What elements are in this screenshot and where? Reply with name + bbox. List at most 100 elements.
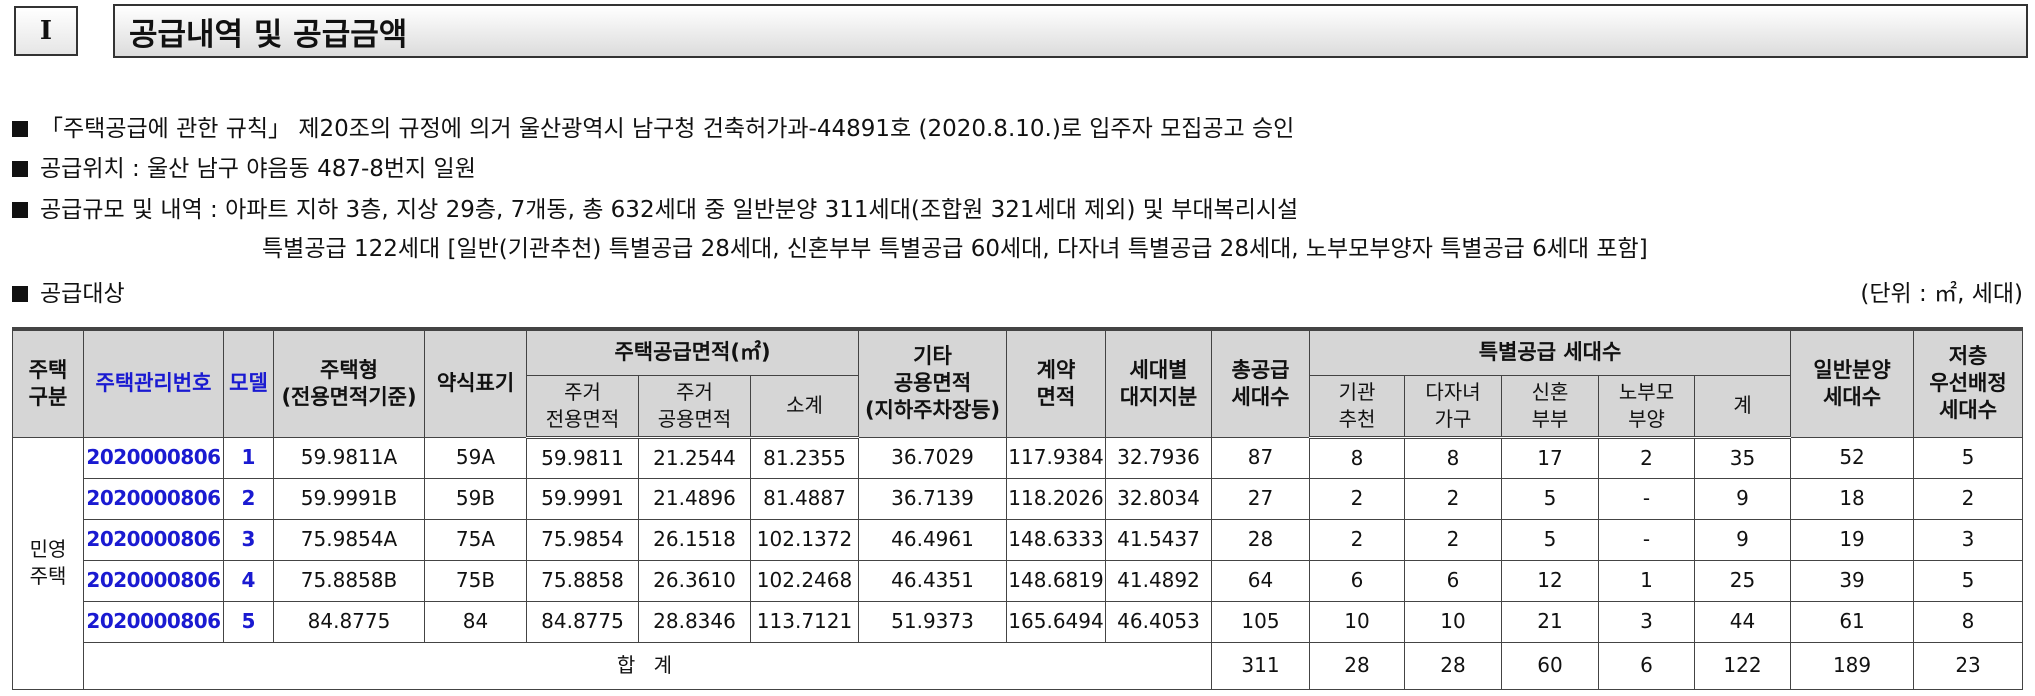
cell-subtotal: 81.2355 — [750, 436, 859, 479]
cell-total-supply: 27 — [1211, 477, 1310, 520]
cell-land-share: 41.4892 — [1105, 559, 1212, 602]
cell-total-supply: 28 — [1211, 518, 1310, 561]
cell-other-area: 36.7139 — [858, 477, 1007, 520]
cell-low-floor: 2 — [1913, 477, 2024, 520]
cell-multichild: 2 — [1404, 518, 1502, 561]
cell-newlywed: 5 — [1501, 518, 1599, 561]
cell-contract-area: 117.9384 — [1006, 436, 1106, 479]
cell-elderly-parent: 1 — [1598, 559, 1695, 602]
section-title: 공급내역 및 공급금액 — [129, 16, 408, 53]
total-row: 합 계 311 28 28 60 6 122 189 23 — [13, 641, 2024, 690]
header-common-area: 주거 공용면적 — [638, 374, 751, 439]
header-house-type: 주택형 (전용면적기준) — [273, 328, 425, 438]
cell-low-floor: 5 — [1913, 559, 2024, 602]
total-institution: 28 — [1309, 641, 1405, 690]
cell-low-floor: 8 — [1913, 600, 2024, 643]
bullet-target: 공급대상 — [12, 279, 125, 309]
cell-institution: 2 — [1309, 477, 1405, 520]
header-housing-type: 주택 구분 — [12, 328, 84, 438]
bullet-approval: 「주택공급에 관한 규칙」 제20조의 규정에 의거 울산광역시 남구청 건축허… — [12, 114, 1294, 144]
cell-contract-area: 148.6333 — [1006, 518, 1106, 561]
header-newlywed: 신혼 부부 — [1501, 374, 1599, 439]
cell-model: 5 — [223, 600, 274, 643]
header-special-sum: 계 — [1693, 374, 1792, 439]
header-land-share: 세대별 대지지분 — [1105, 328, 1212, 438]
cell-elderly-parent: 3 — [1598, 600, 1695, 643]
cell-other-area: 46.4961 — [858, 518, 1007, 561]
cell-multichild: 2 — [1404, 477, 1502, 520]
total-label: 합 계 — [83, 641, 1212, 690]
cell-management-number: 2020000806 — [83, 436, 224, 479]
cell-total-supply: 105 — [1211, 600, 1310, 643]
cell-management-number: 2020000806 — [83, 518, 224, 561]
cell-abbreviation: 59B — [424, 477, 527, 520]
cell-institution: 10 — [1309, 600, 1405, 643]
square-bullet-icon — [12, 121, 28, 137]
cell-institution: 2 — [1309, 518, 1405, 561]
group-label-private: 민영 주택 — [12, 436, 84, 690]
cell-subtotal: 102.1372 — [750, 518, 859, 561]
section-title-bar: 공급내역 및 공급금액 — [113, 4, 2028, 58]
cell-other-area: 46.4351 — [858, 559, 1007, 602]
cell-exclusive-area: 84.8775 — [526, 600, 639, 643]
cell-low-floor: 5 — [1913, 436, 2024, 479]
cell-model: 2 — [223, 477, 274, 520]
header-abbreviation: 약식표기 — [424, 328, 527, 438]
header-contract-area: 계약 면적 — [1006, 328, 1106, 438]
header-other-common-area: 기타 공용면적 (지하주차장등) — [858, 328, 1007, 438]
cell-other-area: 36.7029 — [858, 436, 1007, 479]
cell-multichild: 8 — [1404, 436, 1502, 479]
cell-subtotal: 113.7121 — [750, 600, 859, 643]
header-special-supply-group: 특별공급 세대수 — [1308, 328, 1792, 376]
cell-common-area: 26.3610 — [638, 559, 751, 602]
header-elderly-parent: 노부모 부양 — [1598, 374, 1695, 439]
total-elderly-parent: 6 — [1598, 641, 1695, 690]
cell-contract-area: 118.2026 — [1006, 477, 1106, 520]
section-number-box: I — [14, 6, 78, 56]
cell-general-sale: 19 — [1790, 518, 1915, 561]
header-institution: 기관 추천 — [1309, 374, 1405, 439]
cell-land-share: 32.8034 — [1105, 477, 1212, 520]
cell-subtotal: 81.4887 — [750, 477, 859, 520]
cell-abbreviation: 75A — [424, 518, 527, 561]
bullet-scale-text: 공급규모 및 내역 : 아파트 지하 3층, 지상 29층, 7개동, 총 63… — [40, 197, 1299, 223]
cell-abbreviation: 75B — [424, 559, 527, 602]
bullet-location: 공급위치 : 울산 남구 야음동 487-8번지 일원 — [12, 154, 476, 184]
cell-newlywed: 21 — [1501, 600, 1599, 643]
header-management-number: 주택관리번호 — [83, 328, 224, 438]
cell-elderly-parent: 2 — [1598, 436, 1695, 479]
cell-common-area: 21.2544 — [638, 436, 751, 479]
cell-land-share: 41.5437 — [1105, 518, 1212, 561]
cell-special-sum: 9 — [1693, 477, 1792, 520]
cell-abbreviation: 84 — [424, 600, 527, 643]
table-header-row: 주택 구분 주택관리번호 모델 주택형 (전용면적기준) 약식표기 주택공급면적(㎡… — [12, 328, 2024, 438]
cell-exclusive-area: 59.9811 — [526, 436, 639, 479]
table-row: 2020000806 3 75.9854A 75A 75.9854 26.151… — [13, 518, 2024, 561]
cell-house-type: 59.9991B — [273, 477, 425, 520]
cell-house-type: 84.8775 — [273, 600, 425, 643]
cell-common-area: 26.1518 — [638, 518, 751, 561]
cell-exclusive-area: 75.8858 — [526, 559, 639, 602]
cell-multichild: 6 — [1404, 559, 1502, 602]
bullet-scale: 공급규모 및 내역 : 아파트 지하 3층, 지상 29층, 7개동, 총 63… — [12, 195, 1298, 225]
cell-model: 3 — [223, 518, 274, 561]
cell-special-sum: 9 — [1693, 518, 1792, 561]
cell-general-sale: 18 — [1790, 477, 1915, 520]
cell-special-sum: 44 — [1693, 600, 1792, 643]
cell-total-supply: 64 — [1211, 559, 1310, 602]
cell-institution: 8 — [1309, 436, 1405, 479]
cell-abbreviation: 59A — [424, 436, 527, 479]
cell-special-sum: 25 — [1693, 559, 1792, 602]
cell-management-number: 2020000806 — [83, 477, 224, 520]
cell-land-share: 32.7936 — [1105, 436, 1212, 479]
cell-other-area: 51.9373 — [858, 600, 1007, 643]
section-number: I — [39, 16, 53, 46]
cell-management-number: 2020000806 — [83, 559, 224, 602]
cell-common-area: 21.4896 — [638, 477, 751, 520]
cell-general-sale: 52 — [1790, 436, 1915, 479]
cell-exclusive-area: 75.9854 — [526, 518, 639, 561]
cell-general-sale: 61 — [1790, 600, 1915, 643]
square-bullet-icon — [12, 286, 28, 302]
cell-low-floor: 3 — [1913, 518, 2024, 561]
bullet-approval-text: 「주택공급에 관한 규칙」 제20조의 규정에 의거 울산광역시 남구청 건축허… — [40, 116, 1295, 142]
